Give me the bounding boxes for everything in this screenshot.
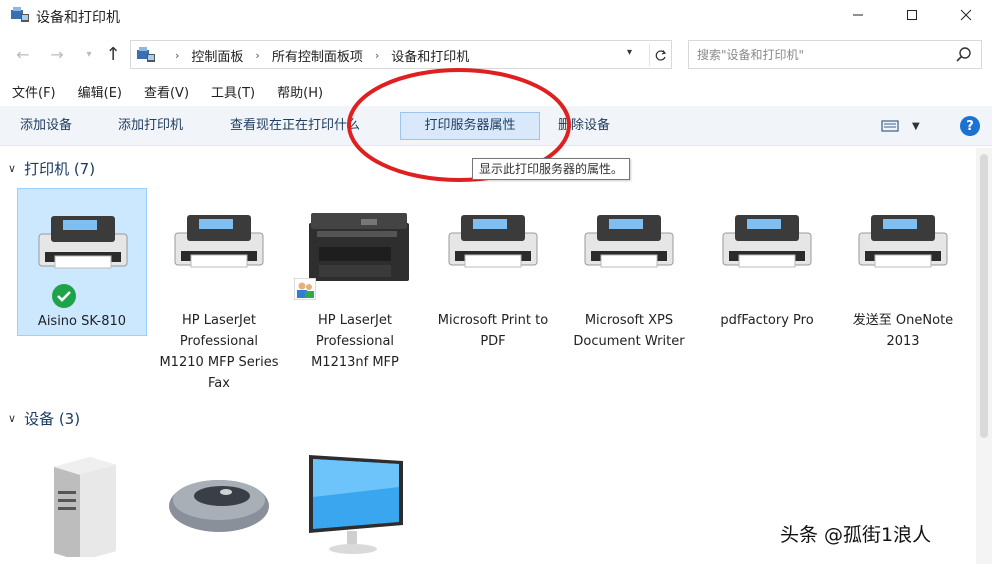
printer-item[interactable]: Microsoft Print to PDF — [428, 188, 558, 352]
minimize-button[interactable] — [832, 0, 884, 30]
printer-label: HP LaserJet Professional M1210 MFP Serie… — [159, 313, 279, 391]
arrow-left-icon: ← — [16, 44, 30, 64]
recent-locations-button[interactable]: ▾ — [78, 44, 100, 64]
address-bar[interactable]: › 控制面板 › 所有控制面板项 › 设备和打印机 ▾ — [130, 40, 672, 69]
search-icon[interactable] — [955, 46, 973, 64]
search-box[interactable] — [688, 40, 982, 69]
breadcrumb-devices-printers[interactable]: 设备和打印机 — [391, 46, 469, 65]
printer-icon — [18, 189, 148, 308]
change-view-button[interactable]: ▼ — [880, 118, 920, 134]
printers-group-label: 打印机 (7) — [24, 160, 96, 178]
watermark-text: 头条 @孤街1浪人 — [780, 524, 932, 546]
printer-label: 发送至 OneNote 2013 — [852, 313, 954, 349]
minimize-icon — [853, 14, 863, 16]
maximize-icon — [907, 10, 917, 20]
shared-users-icon — [294, 278, 316, 300]
printer-item[interactable]: HP LaserJet Professional M1213nf MFP — [290, 188, 420, 373]
printer-icon — [838, 188, 968, 298]
printer-item[interactable]: pdfFactory Pro — [702, 188, 832, 331]
printer-icon — [428, 188, 558, 298]
scrollbar-thumb[interactable] — [980, 154, 988, 438]
device-item[interactable] — [154, 440, 284, 564]
arrow-right-icon: → — [50, 44, 64, 64]
refresh-icon — [655, 49, 667, 61]
devices-printers-icon — [137, 47, 155, 62]
printers-group-header[interactable]: ∨ 打印机 (7) — [8, 158, 95, 179]
address-row: ← → ▾ ↑ › 控制面板 › 所有控制面板项 › 设备和打印机 ▾ — [0, 36, 992, 72]
chevron-down-icon: ▼ — [912, 120, 920, 132]
device-item[interactable] — [290, 440, 420, 564]
menu-view[interactable]: 查看(V) — [144, 82, 189, 101]
device-item[interactable] — [17, 440, 147, 564]
vertical-scrollbar[interactable] — [976, 148, 992, 564]
forward-button[interactable]: → — [46, 44, 68, 64]
computer-tower-icon — [17, 440, 147, 564]
printer-label: pdfFactory Pro — [720, 313, 814, 328]
remove-device-button[interactable]: 删除设备 — [552, 112, 616, 140]
arrow-up-icon: ↑ — [105, 43, 121, 65]
tooltip: 显示此打印服务器的属性。 — [472, 158, 631, 180]
view-options-icon — [881, 120, 899, 132]
printer-item[interactable]: HP LaserJet Professional M1210 MFP Serie… — [154, 188, 284, 394]
help-button[interactable]: ? — [960, 116, 980, 136]
printer-label: HP LaserJet Professional M1213nf MFP — [311, 313, 399, 370]
breadcrumb-separator-icon: › — [255, 49, 260, 62]
chevron-down-icon: ▾ — [86, 48, 92, 60]
printer-item[interactable]: Microsoft XPS Document Writer — [564, 188, 694, 352]
printer-item[interactable]: 发送至 OneNote 2013 — [838, 188, 968, 352]
chevron-down-icon: ∨ — [8, 162, 17, 175]
search-input[interactable] — [697, 45, 947, 65]
title-bar: 设备和打印机 — [0, 0, 992, 32]
add-printer-button[interactable]: 添加打印机 — [112, 112, 189, 140]
refresh-button[interactable] — [649, 44, 671, 66]
menu-bar: 文件(F) 编辑(E) 查看(V) 工具(T) 帮助(H) — [0, 78, 992, 104]
menu-file[interactable]: 文件(F) — [12, 82, 56, 101]
mfp-printer-icon — [290, 188, 420, 300]
back-button[interactable]: ← — [12, 44, 34, 64]
window-title: 设备和打印机 — [36, 10, 120, 26]
address-history-dropdown[interactable]: ▾ — [627, 47, 632, 58]
breadcrumb: › 控制面板 › 所有控制面板项 › 设备和打印机 — [163, 46, 469, 65]
menu-edit[interactable]: 编辑(E) — [78, 82, 122, 101]
add-device-button[interactable]: 添加设备 — [14, 112, 78, 140]
printer-label: Microsoft XPS Document Writer — [573, 313, 685, 349]
mouse-icon — [154, 440, 284, 564]
printer-label: Microsoft Print to PDF — [437, 313, 549, 349]
monitor-icon — [290, 440, 420, 564]
chevron-down-icon: ∨ — [8, 412, 17, 425]
menu-tools[interactable]: 工具(T) — [211, 82, 255, 101]
breadcrumb-separator-icon: › — [175, 49, 180, 62]
breadcrumb-separator-icon: › — [374, 49, 380, 62]
devices-group-header[interactable]: ∨ 设备 (3) — [8, 408, 80, 429]
printer-label: Aisino SK-810 — [37, 314, 127, 329]
see-whats-printing-button[interactable]: 查看现在正在打印什么 — [224, 112, 366, 140]
printer-icon — [564, 188, 694, 298]
printer-icon — [702, 188, 832, 298]
print-server-properties-button[interactable]: 打印服务器属性 — [400, 112, 540, 140]
printer-icon — [154, 188, 284, 298]
maximize-button[interactable] — [886, 0, 938, 30]
menu-help[interactable]: 帮助(H) — [277, 82, 323, 101]
close-icon — [960, 9, 972, 21]
up-button[interactable]: ↑ — [102, 43, 124, 65]
breadcrumb-all-items[interactable]: 所有控制面板项 — [272, 46, 363, 65]
close-button[interactable] — [940, 0, 992, 30]
command-bar: 添加设备 添加打印机 查看现在正在打印什么 打印服务器属性 删除设备 ▼ — [0, 106, 992, 146]
devices-printers-app-icon — [11, 7, 29, 22]
printer-item[interactable]: Aisino SK-810 — [17, 188, 147, 336]
default-checkmark-icon — [52, 284, 76, 308]
breadcrumb-control-panel[interactable]: 控制面板 — [191, 46, 243, 65]
devices-group-label: 设备 (3) — [24, 410, 81, 428]
